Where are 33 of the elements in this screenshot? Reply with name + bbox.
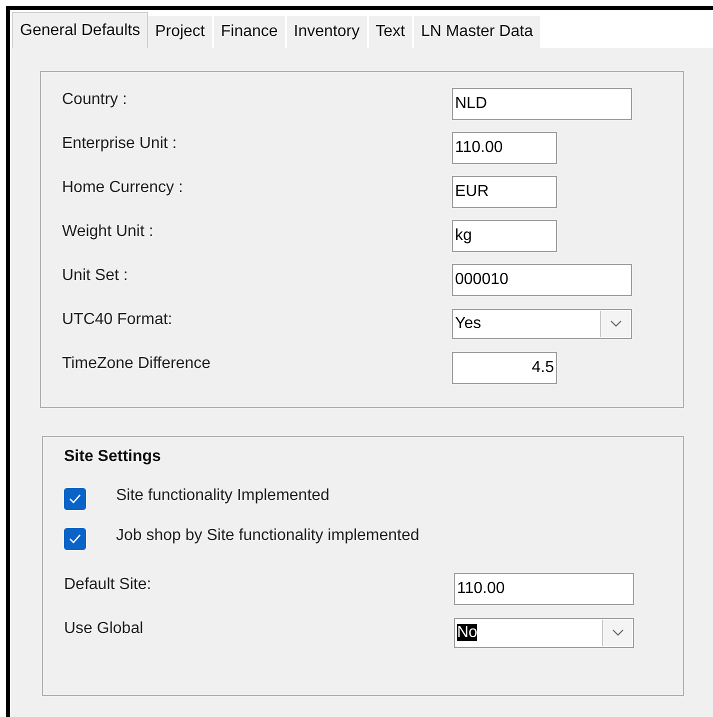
field-label: Home Currency : bbox=[62, 178, 184, 198]
check-icon bbox=[69, 494, 81, 504]
field-label: UTC40 Format: bbox=[62, 310, 174, 330]
input-field[interactable]: 000010 bbox=[452, 264, 632, 296]
field-label: Enterprise Unit : bbox=[62, 134, 178, 154]
field-label: Weight Unit : bbox=[62, 222, 154, 242]
tab[interactable]: Finance bbox=[214, 16, 287, 48]
input-field[interactable]: kg bbox=[452, 220, 557, 252]
dropdown-value: Yes bbox=[455, 315, 482, 332]
input-field[interactable]: EUR bbox=[452, 176, 557, 208]
tab[interactable]: LN Master Data bbox=[414, 16, 542, 48]
input-field[interactable]: 4.5 bbox=[452, 352, 557, 384]
dropdown[interactable]: Yes bbox=[452, 309, 632, 339]
field-label: Unit Set : bbox=[62, 266, 129, 286]
field-label: TimeZone Difference bbox=[62, 354, 212, 374]
field-label: Country : bbox=[62, 90, 128, 110]
tab[interactable]: General Defaults bbox=[12, 12, 148, 48]
checkbox-label: Site functionality Implemented bbox=[116, 486, 330, 506]
input-field[interactable]: 110.00 bbox=[454, 573, 634, 605]
tab[interactable]: Text bbox=[368, 16, 414, 48]
field-label: Default Site: bbox=[64, 575, 152, 595]
checkbox[interactable] bbox=[64, 488, 86, 510]
check-icon bbox=[69, 534, 81, 544]
input-field[interactable]: 110.00 bbox=[452, 132, 557, 164]
checkbox[interactable] bbox=[64, 528, 86, 550]
field-label: Use Global bbox=[64, 619, 144, 639]
tab[interactable]: Inventory bbox=[286, 16, 369, 48]
section-title: Site Settings bbox=[64, 447, 162, 467]
dropdown-value: No bbox=[457, 624, 478, 641]
dropdown[interactable]: No bbox=[454, 618, 634, 648]
tab[interactable]: Project bbox=[148, 16, 214, 48]
input-field[interactable]: NLD bbox=[452, 88, 632, 120]
checkbox-label: Job shop by Site functionality implemented bbox=[116, 526, 420, 546]
